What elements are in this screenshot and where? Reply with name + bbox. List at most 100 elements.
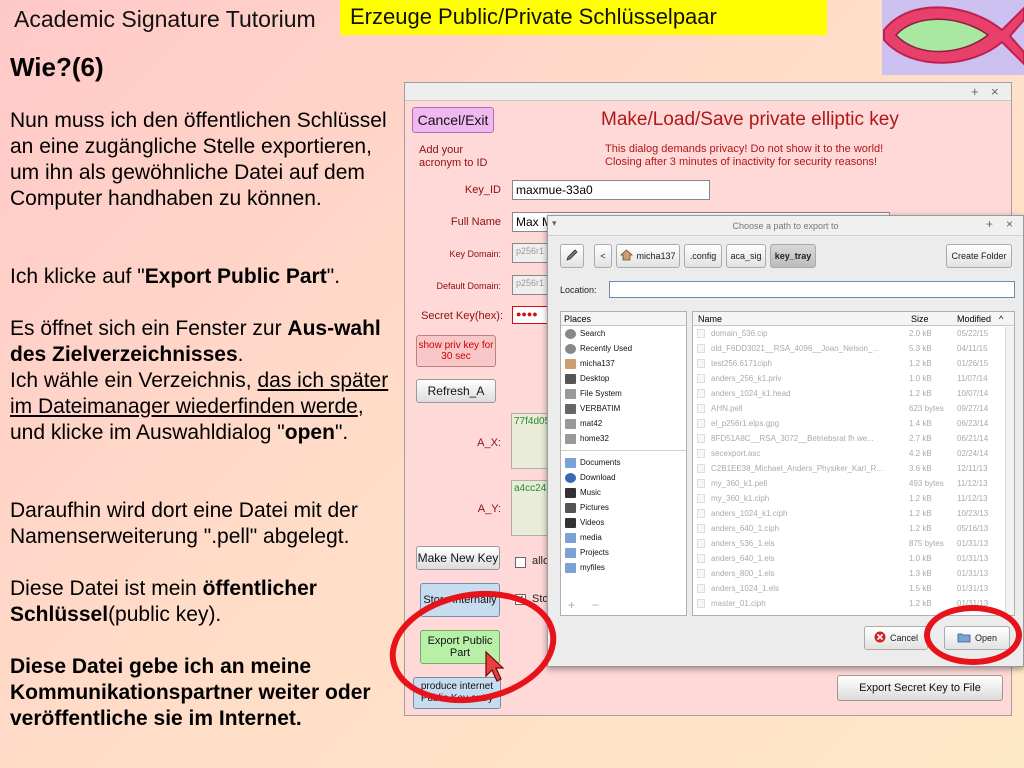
path-key-tray[interactable]: key_tray [770, 244, 816, 268]
file-size: 1.5 kB [909, 584, 932, 593]
file-size: 1.2 kB [909, 494, 932, 503]
maximize-button[interactable]: + [971, 84, 979, 99]
place-item[interactable]: mat42 [561, 416, 686, 431]
file-row[interactable]: AHN.pell 623 bytes 09/27/14 [693, 401, 1014, 416]
places-splitter[interactable] [688, 311, 691, 616]
place-label: home32 [580, 434, 609, 443]
chooser-maximize-button[interactable]: + [986, 217, 993, 231]
file-row[interactable]: el_p256r1.elps.gpg 1.4 kB 06/23/14 [693, 416, 1014, 431]
bookmark-item[interactable]: myfiles [561, 560, 686, 575]
file-row[interactable]: domain_536.cip 2.0 kB 05/22/15 [693, 326, 1014, 341]
refresh-a-button[interactable]: Refresh_A [416, 379, 496, 403]
place-item[interactable]: Desktop [561, 371, 686, 386]
pictures-icon [565, 502, 576, 513]
close-button[interactable]: × [991, 84, 999, 99]
file-row[interactable]: C2B1EE38_Michael_Anders_Physiker_Karl_R.… [693, 461, 1014, 476]
chooser-close-button[interactable]: × [1006, 217, 1013, 231]
file-modified: 11/07/14 [957, 374, 988, 383]
path-back-button[interactable]: < [594, 244, 612, 268]
file-row[interactable]: anders_640_1.ciph 1.2 kB 05/16/13 [693, 521, 1014, 536]
file-size: 1.0 kB [909, 374, 932, 383]
path-config[interactable]: .config [684, 244, 722, 268]
show-private-key-button[interactable]: show priv key for 30 sec [416, 335, 496, 367]
bookmark-label: Music [580, 488, 601, 497]
full-name-label: Full Name [450, 216, 501, 228]
bookmark-label: Pictures [580, 503, 609, 512]
file-icon [697, 599, 705, 608]
paragraph-choose-directory: Ich wähle ein Verzeichnis, das ich späte… [10, 369, 389, 444]
file-row[interactable]: my_360_k1.ciph 1.2 kB 11/12/13 [693, 491, 1014, 506]
slide-title: Academic Signature Tutorium [14, 6, 316, 32]
file-name: C2B1EE38_Michael_Anders_Physiker_Karl_R.… [711, 464, 884, 473]
path-micha137[interactable]: micha137 [616, 244, 680, 268]
music-icon [565, 487, 576, 498]
chooser-cancel-button[interactable]: Cancel [864, 626, 928, 650]
file-size: 493 bytes [909, 479, 944, 488]
file-name: my_360_k1.pell [711, 479, 768, 488]
file-row[interactable]: 8FD51A8C__RSA_3072__Betriebsrat fh we...… [693, 431, 1014, 446]
bookmark-item[interactable]: Pictures [561, 500, 686, 515]
allow-checkbox[interactable] [515, 557, 526, 568]
bookmark-item[interactable]: media [561, 530, 686, 545]
location-input[interactable] [609, 281, 1015, 298]
places-panel: Places Search Recently Used micha137 Deskto… [560, 311, 687, 616]
file-name: anders_640_1.ciph [711, 524, 780, 533]
paragraph-pell-file: Daraufhin wird dort eine Datei mit der N… [10, 499, 358, 548]
key-dialog-heading: Make/Load/Save private elliptic key [601, 109, 899, 130]
place-item[interactable]: home32 [561, 431, 686, 446]
file-size: 1.2 kB [909, 509, 932, 518]
bookmark-item[interactable]: Projects [561, 545, 686, 560]
file-row[interactable]: anders_1024_k1.head 1.2 kB 10/07/14 [693, 386, 1014, 401]
file-icon [697, 434, 705, 443]
bookmark-item[interactable]: Download [561, 470, 686, 485]
chooser-title: Choose a path to export to [732, 221, 839, 231]
place-item[interactable]: Search [561, 326, 686, 341]
file-row[interactable]: my_360_k1.pell 493 bytes 11/12/13 [693, 476, 1014, 491]
file-row[interactable]: anders_1024_1.els 1.5 kB 01/31/13 [693, 581, 1014, 596]
file-row[interactable]: anders_640_1.els 1.0 kB 01/31/13 [693, 551, 1014, 566]
bookmark-label: Download [580, 473, 616, 482]
place-item[interactable]: Recently Used [561, 341, 686, 356]
place-item[interactable]: VERBATIM [561, 401, 686, 416]
places-header: Places [561, 312, 686, 326]
add-bookmark-button[interactable]: + [568, 598, 575, 612]
file-modified: 02/24/14 [957, 449, 989, 458]
path-aca-sig[interactable]: aca_sig [726, 244, 766, 268]
place-label: micha137 [580, 359, 615, 368]
sort-ascending-icon: ^ [999, 314, 1004, 324]
bookmark-label: Documents [580, 458, 621, 467]
remove-bookmark-button[interactable]: − [592, 598, 599, 612]
bookmark-item[interactable]: Documents [561, 455, 686, 470]
highlight-ring-open [924, 605, 1022, 665]
edit-location-button[interactable] [560, 244, 584, 268]
column-size[interactable]: Size [911, 314, 929, 324]
key-id-field[interactable]: maxmue-33a0 [512, 180, 710, 200]
file-icon [697, 569, 705, 578]
file-row[interactable]: anders_256_k1.priv 1.0 kB 11/07/14 [693, 371, 1014, 386]
file-row[interactable]: anders_800_1.els 1.3 kB 01/31/13 [693, 566, 1014, 581]
place-item[interactable]: micha137 [561, 356, 686, 371]
column-name[interactable]: Name [698, 314, 722, 324]
bookmark-item[interactable]: Videos [561, 515, 686, 530]
file-name: anders_640_1.els [711, 554, 775, 563]
file-row[interactable]: old_F6DD3021__RSA_4096__Joao_Nelson_... 5… [693, 341, 1014, 356]
create-folder-button[interactable]: Create Folder [946, 244, 1012, 268]
file-row[interactable]: test256.6171ciph 1.2 kB 01/26/15 [693, 356, 1014, 371]
bookmark-label: media [580, 533, 602, 542]
file-row[interactable]: secexport.asc 4.2 kB 02/24/14 [693, 446, 1014, 461]
make-new-key-button[interactable]: Make New Key [416, 546, 500, 570]
place-item[interactable]: File System [561, 386, 686, 401]
cancel-exit-button[interactable]: Cancel/Exit [412, 107, 494, 133]
clock-icon [565, 343, 576, 354]
column-modified[interactable]: Modified [957, 314, 991, 324]
file-modified: 04/11/15 [957, 344, 988, 353]
file-list-scrollbar[interactable] [1005, 327, 1014, 615]
paragraph-share-key: Diese Datei gebe ich an meine Kommunikat… [10, 655, 371, 730]
export-secret-key-button[interactable]: Export Secret Key to File [837, 675, 1003, 701]
file-icon [697, 419, 705, 428]
file-row[interactable]: anders_1024_k1.ciph 1.2 kB 10/23/13 [693, 506, 1014, 521]
academic-signature-logo [882, 0, 1024, 75]
default-domain-field[interactable]: p256r1 [512, 275, 552, 295]
file-row[interactable]: anders_536_1.els 875 bytes 01/31/13 [693, 536, 1014, 551]
bookmark-item[interactable]: Music [561, 485, 686, 500]
